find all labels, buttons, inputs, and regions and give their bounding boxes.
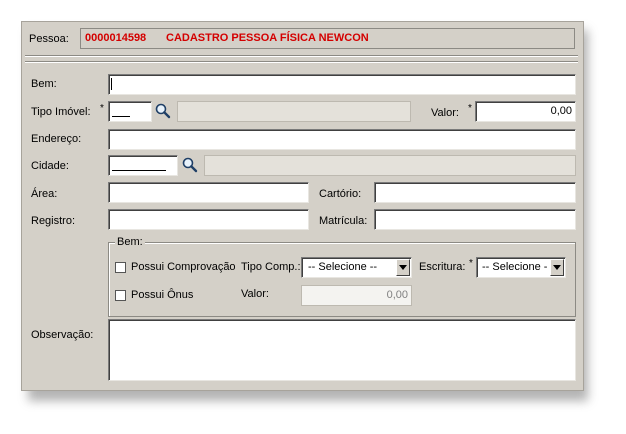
tipo-imovel-label: Tipo Imóvel: [31, 106, 91, 118]
bem-valor-label: Valor: [241, 288, 269, 300]
bem-label: Bem: [31, 78, 57, 90]
cidade-description [204, 155, 576, 176]
chevron-down-icon [399, 265, 407, 270]
valor-required-mark: * [468, 103, 472, 114]
bem-valor-field: 0,00 [301, 285, 412, 306]
tipo-comp-label: Tipo Comp.: [241, 261, 301, 273]
possui-onus-checkbox[interactable] [115, 290, 126, 301]
magnifier-icon [182, 157, 198, 173]
bem-input[interactable] [108, 74, 576, 95]
observacao-textarea[interactable] [108, 319, 576, 381]
cidade-code-input[interactable] [108, 155, 178, 176]
pessoa-name: CADASTRO PESSOA FÍSICA NEWCON [166, 32, 369, 44]
registro-label: Registro: [31, 215, 76, 227]
valor-label: Valor: [431, 107, 459, 119]
cidade-label: Cidade: [31, 160, 69, 172]
text-cursor [111, 78, 112, 90]
tipo-comp-dropdown-button[interactable] [396, 259, 410, 276]
escritura-select[interactable]: -- Selecione - [476, 257, 566, 278]
tipo-comp-select[interactable]: -- Selecione -- [301, 257, 412, 278]
pessoa-code: 0000014598 [85, 32, 147, 44]
tipo-imovel-required-mark: * [100, 103, 104, 114]
escritura-dropdown-button[interactable] [550, 259, 564, 276]
bem-group-title: Bem: [115, 236, 145, 249]
escritura-required-mark: * [469, 258, 473, 269]
bem-form-window: Pessoa: 0000014598 CADASTRO PESSOA FÍSIC… [21, 21, 584, 391]
possui-onus-label: Possui Ônus [131, 289, 194, 301]
matricula-label: Matrícula: [319, 215, 368, 227]
cartorio-label: Cartório: [319, 188, 362, 200]
escritura-label: Escritura: [419, 261, 466, 273]
endereco-label: Endereço: [31, 133, 82, 145]
area-label: Área: [31, 188, 58, 200]
observacao-label: Observação: [31, 329, 94, 341]
pessoa-display: 0000014598 CADASTRO PESSOA FÍSICA NEWCON [80, 28, 575, 49]
possui-comprovacao-label: Possui Comprovação [131, 261, 236, 273]
header-divider-2 [25, 61, 578, 63]
tipo-imovel-description [177, 101, 411, 122]
magnifier-icon [155, 103, 171, 119]
possui-comprovacao-checkbox[interactable] [115, 262, 126, 273]
tipo-imovel-code-input[interactable] [108, 101, 152, 122]
chevron-down-icon [553, 265, 561, 270]
endereco-input[interactable] [108, 129, 576, 150]
area-input[interactable] [108, 182, 309, 203]
cidade-search-button[interactable] [180, 155, 200, 175]
header-divider [25, 55, 578, 57]
matricula-input[interactable] [374, 209, 576, 230]
cartorio-input[interactable] [374, 182, 576, 203]
pessoa-label: Pessoa: [29, 33, 69, 45]
tipo-imovel-search-button[interactable] [153, 101, 173, 121]
registro-input[interactable] [108, 209, 309, 230]
valor-input[interactable]: 0,00 [475, 101, 576, 122]
